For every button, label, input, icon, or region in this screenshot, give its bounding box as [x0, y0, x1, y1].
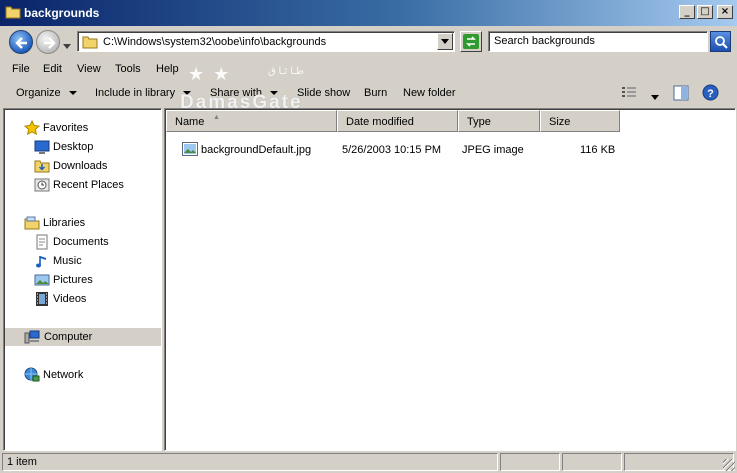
column-header-type[interactable]: Type — [458, 110, 540, 132]
details-view-icon — [622, 87, 636, 97]
forward-button[interactable] — [36, 30, 60, 54]
libraries-icon — [24, 216, 40, 230]
address-bar[interactable]: C:\Windows\system32\oobe\info\background… — [77, 31, 455, 52]
share-with-button[interactable]: Share with — [210, 87, 278, 99]
status-item-count: 1 item — [2, 453, 498, 471]
command-bar: Organize Include in library Share with S… — [0, 81, 737, 106]
downloads-folder-icon — [34, 160, 50, 173]
status-segment — [500, 453, 560, 471]
back-arrow-icon — [15, 37, 27, 49]
preview-pane-icon — [673, 85, 689, 101]
view-options-dropdown[interactable] — [651, 91, 659, 103]
chevron-down-icon — [63, 44, 71, 49]
file-row[interactable]: backgroundDefault.jpg 5/26/2003 10:15 PM… — [166, 140, 735, 160]
column-header-name[interactable]: Name ▲ — [166, 110, 337, 132]
svg-text:?: ? — [707, 88, 714, 100]
documents-icon — [36, 234, 48, 250]
status-bar: 1 item — [0, 451, 737, 473]
address-row: C:\Windows\system32\oobe\info\background… — [0, 26, 737, 58]
desktop-icon — [34, 140, 50, 154]
organize-button[interactable]: Organize — [16, 87, 77, 99]
refresh-button[interactable] — [460, 31, 482, 52]
slide-show-button[interactable]: Slide show — [297, 87, 350, 99]
menu-view[interactable]: View — [77, 63, 101, 75]
search-icon — [715, 36, 728, 49]
new-folder-button[interactable]: New folder — [403, 87, 456, 99]
file-list-pane[interactable]: Name ▲ Date modified Type Size backgroun… — [164, 108, 736, 451]
forward-arrow-icon — [44, 37, 56, 49]
preview-pane-button[interactable] — [673, 85, 689, 104]
status-segment — [562, 453, 622, 471]
address-dropdown-button[interactable] — [437, 33, 453, 50]
back-button[interactable] — [9, 30, 33, 54]
navigation-pane[interactable]: Favorites Desktop Downloads Recent Place… — [3, 108, 162, 451]
chevron-down-icon — [651, 95, 659, 100]
help-icon: ? — [702, 84, 719, 101]
nav-computer[interactable]: Computer — [5, 328, 161, 346]
help-button[interactable]: ? — [702, 84, 719, 104]
recent-places-icon — [34, 178, 50, 192]
maximize-button[interactable]: □ — [697, 5, 713, 19]
chevron-down-icon — [441, 39, 449, 44]
menu-bar: File Edit View Tools Help — [0, 60, 737, 80]
window-title: backgrounds — [24, 6, 100, 20]
file-name: backgroundDefault.jpg — [201, 144, 312, 156]
computer-icon — [24, 330, 40, 344]
close-button[interactable]: × — [717, 5, 733, 19]
folder-icon — [82, 35, 98, 52]
videos-icon — [36, 292, 48, 306]
minimize-button[interactable]: _ — [679, 5, 695, 19]
include-in-library-button[interactable]: Include in library — [95, 87, 192, 99]
file-size: 116 KB — [580, 144, 616, 156]
recent-pages-dropdown[interactable] — [63, 40, 71, 52]
search-button[interactable] — [710, 31, 731, 52]
status-segment — [624, 453, 734, 471]
folder-icon — [5, 5, 21, 22]
search-input[interactable] — [494, 35, 699, 47]
music-icon — [36, 256, 46, 268]
menu-file[interactable]: File — [12, 63, 30, 75]
search-box[interactable] — [488, 31, 708, 52]
sort-arrow-icon: ▲ — [213, 114, 220, 121]
pictures-icon — [34, 274, 50, 286]
file-date-modified: 5/26/2003 10:15 PM — [342, 144, 442, 156]
title-bar[interactable]: backgrounds _ □ × — [0, 0, 737, 26]
jpeg-file-icon — [182, 142, 198, 159]
view-options-button[interactable] — [622, 86, 636, 101]
refresh-icon — [463, 34, 479, 49]
star-icon — [24, 120, 40, 136]
column-headers: Name ▲ Date modified Type Size — [166, 110, 735, 132]
file-type: JPEG image — [462, 144, 524, 156]
resize-grip[interactable] — [723, 459, 735, 471]
network-icon — [24, 367, 40, 382]
burn-button[interactable]: Burn — [364, 87, 387, 99]
menu-help[interactable]: Help — [156, 63, 179, 75]
column-header-size[interactable]: Size — [540, 110, 620, 132]
menu-edit[interactable]: Edit — [43, 63, 62, 75]
column-header-date-modified[interactable]: Date modified — [337, 110, 458, 132]
address-path: C:\Windows\system32\oobe\info\background… — [103, 36, 327, 48]
menu-tools[interactable]: Tools — [115, 63, 141, 75]
